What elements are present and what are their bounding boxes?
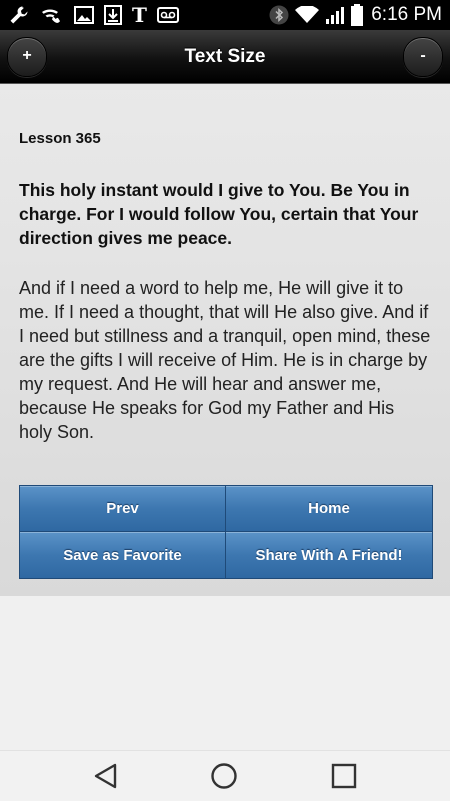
voicemail-icon xyxy=(156,7,179,23)
save-favorite-button[interactable]: Save as Favorite xyxy=(20,532,226,578)
lesson-number: Lesson 365 xyxy=(19,130,101,147)
clock: 6:16 PM xyxy=(371,4,442,25)
page-title: Text Size xyxy=(184,46,266,67)
lesson-body: And if I need a word to help me, He will… xyxy=(19,278,431,442)
signal-icon xyxy=(326,7,345,24)
wifi-calling-icon xyxy=(42,9,60,23)
recents-icon[interactable] xyxy=(330,762,358,790)
header-bar: Text Size + - xyxy=(0,30,450,84)
home-button[interactable]: Home xyxy=(226,486,432,532)
download-icon xyxy=(104,5,122,25)
prev-button[interactable]: Prev xyxy=(20,486,226,532)
lesson-content: Lesson 365 This holy instant would I giv… xyxy=(0,84,450,596)
battery-icon xyxy=(351,4,364,26)
system-status: 6:16 PM xyxy=(269,3,442,27)
increase-text-size-button[interactable]: + xyxy=(7,37,47,77)
bluetooth-icon xyxy=(269,5,289,25)
action-button-grid: Prev Home Save as Favorite Share With A … xyxy=(19,485,433,579)
system-nav-bar xyxy=(0,750,450,801)
decrease-text-size-button[interactable]: - xyxy=(403,37,443,77)
wrench-icon xyxy=(10,6,28,24)
lesson-title: This holy instant would I give to You. B… xyxy=(19,180,419,248)
notification-icons: T xyxy=(8,3,179,27)
wifi-icon xyxy=(295,6,320,23)
t-mobile-icon: T xyxy=(132,3,147,27)
share-button[interactable]: Share With A Friend! xyxy=(226,532,432,578)
home-circle-icon[interactable] xyxy=(210,762,238,790)
back-icon[interactable] xyxy=(92,762,120,790)
image-icon xyxy=(74,6,94,24)
status-bar: T 6:16 PM xyxy=(0,0,450,30)
